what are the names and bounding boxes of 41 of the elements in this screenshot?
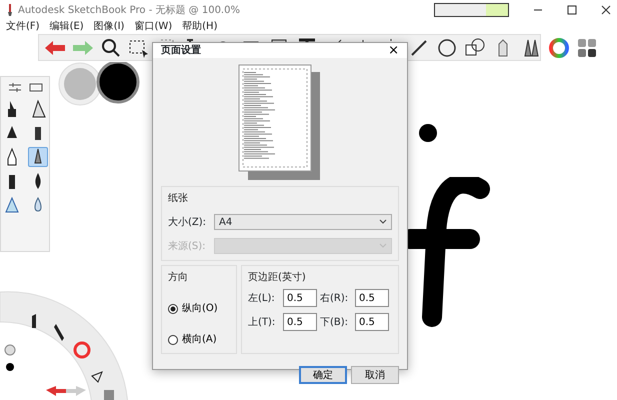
field-label: 来源(S): bbox=[168, 240, 207, 254]
radio-icon bbox=[168, 304, 178, 314]
sliders-icon[interactable] bbox=[8, 81, 22, 93]
radio-option[interactable]: 纵向(O) bbox=[168, 301, 230, 316]
dialog-button[interactable]: 确定 bbox=[299, 366, 347, 384]
size-dropdown[interactable]: A4 bbox=[214, 214, 392, 230]
color-wheel-icon[interactable] bbox=[547, 36, 571, 60]
brush-icon bbox=[30, 99, 46, 119]
dropdown-value: A4 bbox=[219, 216, 232, 230]
dialog-title: 页面设置 bbox=[161, 44, 201, 58]
group-label: 纸张 bbox=[168, 192, 189, 206]
field-label: 右(R): bbox=[320, 292, 350, 306]
radio-icon bbox=[168, 334, 178, 344]
brush-icon bbox=[4, 195, 20, 215]
menu-item[interactable]: 编辑(E) bbox=[50, 20, 84, 34]
margin-input[interactable]: 0.5 bbox=[283, 313, 317, 331]
radio-option[interactable]: 横向(A) bbox=[168, 332, 230, 347]
margin-input[interactable]: 0.5 bbox=[355, 313, 389, 331]
palette-icon[interactable] bbox=[28, 81, 42, 93]
menu-item[interactable]: 图像(I) bbox=[94, 20, 124, 34]
field-label: 下(B): bbox=[320, 316, 350, 330]
app-logo-icon bbox=[6, 4, 14, 16]
ink-dot-drawing bbox=[418, 123, 438, 143]
margin-input[interactable]: 0.5 bbox=[355, 289, 389, 307]
maximize-icon[interactable] bbox=[567, 5, 577, 15]
menu-item[interactable]: 文件(F) bbox=[6, 20, 40, 34]
close-button[interactable]: × bbox=[388, 44, 399, 57]
dialog-button[interactable]: 取消 bbox=[351, 366, 399, 384]
window-title: Autodesk SketchBook Pro - 无标题 @ 100.0% bbox=[18, 4, 240, 18]
brush-tool[interactable] bbox=[28, 147, 48, 167]
field-label: 上(T): bbox=[248, 316, 276, 330]
caret-icon bbox=[379, 243, 387, 249]
menu-item[interactable]: 窗口(W) bbox=[134, 20, 172, 34]
group-label: 页边距(英寸) bbox=[248, 272, 306, 283]
caret-icon bbox=[379, 219, 387, 225]
close-icon[interactable] bbox=[601, 5, 611, 15]
field-label: 左(L): bbox=[248, 292, 276, 306]
menu-item[interactable]: 帮助(H) bbox=[182, 20, 218, 34]
margin-input[interactable]: 0.5 bbox=[283, 289, 317, 307]
group-label: 方向 bbox=[168, 270, 189, 285]
field-label: 大小(Z): bbox=[168, 216, 208, 230]
